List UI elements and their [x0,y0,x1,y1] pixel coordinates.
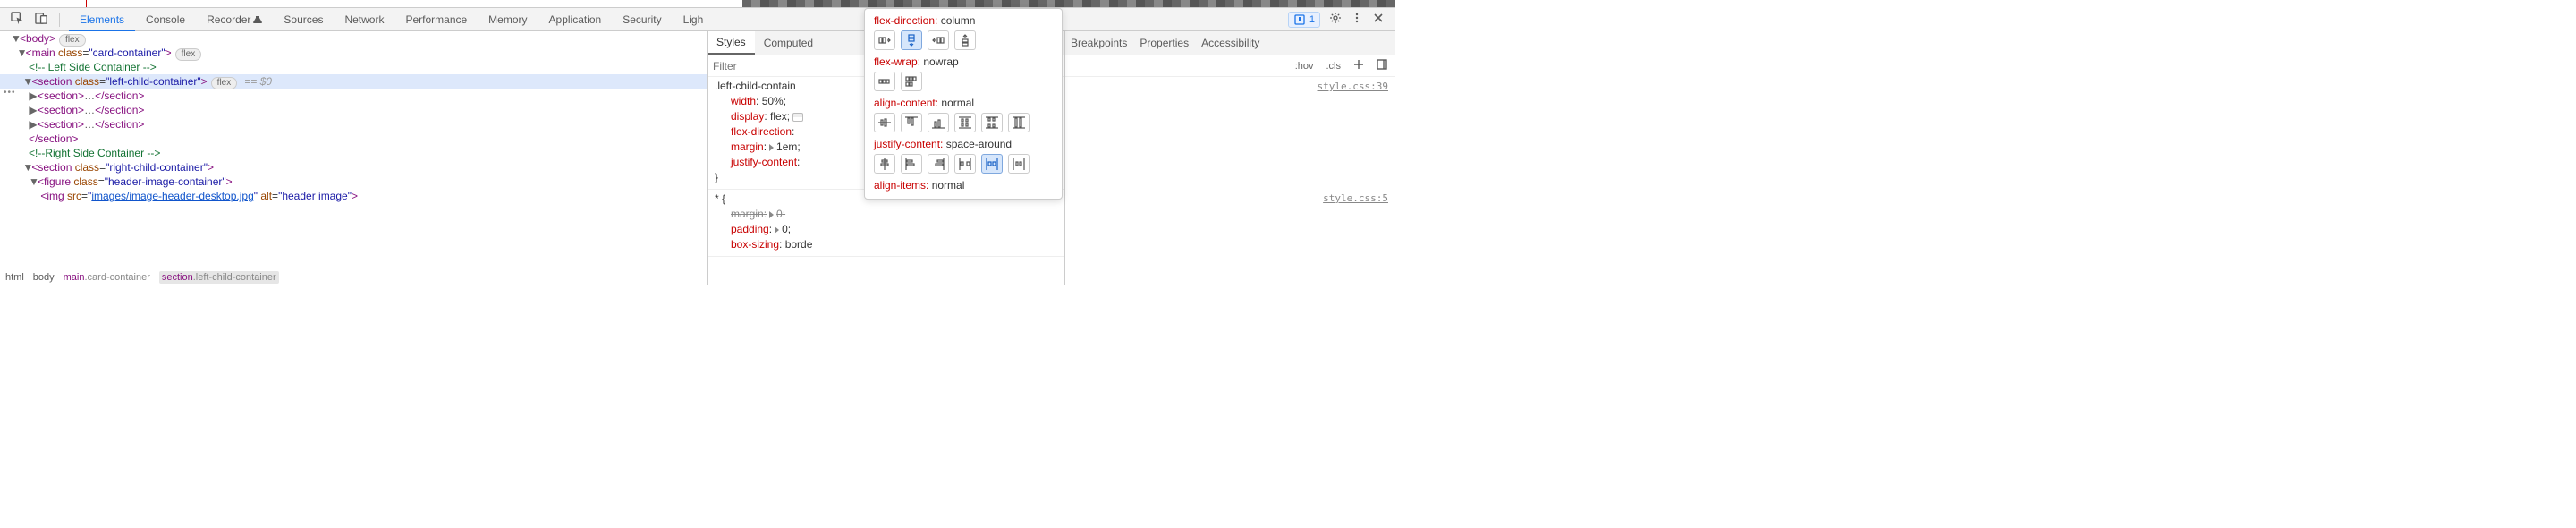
flex-prop-value: space-around [946,138,1012,150]
dom-node-section[interactable]: ▶<section>…</section> [0,89,707,103]
flex-direction-row-icon[interactable] [874,30,895,50]
justify-center-icon[interactable] [874,154,895,174]
source-link[interactable]: style.css:39 [1065,77,1395,92]
dom-node-section-left[interactable]: ▼<section class="left-child-container">f… [0,74,707,89]
breadcrumb-body[interactable]: body [33,272,55,283]
flex-direction-column-reverse-icon[interactable] [954,30,976,50]
justify-end-icon[interactable] [928,154,949,174]
align-content-stretch-icon[interactable] [1008,113,1030,132]
expand-icon[interactable] [769,144,774,151]
flex-prop-value: normal [941,97,974,109]
flex-prop-label: align-content [874,97,936,109]
flask-icon [253,15,262,24]
flex-prop-value: column [941,14,976,27]
flex-prop-label: flex-wrap [874,55,918,68]
flex-direction-row-reverse-icon[interactable] [928,30,949,50]
breadcrumb-html[interactable]: html [5,272,24,283]
tab-elements[interactable]: Elements [69,8,135,30]
page-ruler [86,0,87,7]
tab-accessibility[interactable]: Accessibility [1201,37,1259,49]
flex-badge[interactable]: flex [175,48,202,61]
tab-styles[interactable]: Styles [708,31,755,55]
flexbox-editor-popup: flex-direction: column flex-wrap: nowrap… [864,8,1063,200]
justify-around-icon[interactable] [981,154,1003,174]
devtools-tabs: Elements Console Recorder Sources Networ… [69,8,714,30]
tab-network[interactable]: Network [334,8,394,30]
tab-console[interactable]: Console [135,8,196,30]
issues-button[interactable]: 1 [1288,12,1320,28]
flex-wrap-wrap-icon[interactable] [901,72,922,91]
align-content-around-icon[interactable] [954,113,976,132]
device-toggle-icon[interactable] [35,12,48,28]
css-selector[interactable]: * [715,192,719,205]
tab-properties[interactable]: Properties [1140,37,1189,49]
class-toggle[interactable]: .cls [1324,60,1344,72]
flex-prop-label: flex-direction [874,14,935,27]
tab-performance[interactable]: Performance [394,8,478,30]
devtools-toolbar: Elements Console Recorder Sources Networ… [0,8,1395,31]
flex-badge[interactable]: flex [59,34,86,47]
tab-security[interactable]: Security [612,8,672,30]
dom-node-section-right[interactable]: ▼<section class="right-child-container"> [0,160,707,175]
dom-node-body[interactable]: ▼<body>flex [0,31,707,46]
dom-node-figure[interactable]: ▼<figure class="header-image-container"> [0,175,707,189]
css-selector[interactable]: .left-child-contain [715,80,796,92]
breadcrumb: html body main.card-container section.le… [0,268,707,285]
tab-memory[interactable]: Memory [478,8,538,30]
align-content-center-icon[interactable] [874,113,895,132]
dom-comment[interactable]: <!--Right Side Container --> [0,146,707,160]
source-link[interactable]: style.css:5 [1065,189,1395,204]
dom-comment[interactable]: <!-- Left Side Container --> [0,60,707,74]
flex-prop-label: align-items [874,179,926,192]
breadcrumb-main[interactable]: main.card-container [64,272,150,283]
dom-tree[interactable]: ••• ▼<body>flex ▼<main class="card-conta… [0,31,707,268]
flex-prop-value: nowrap [923,55,958,68]
tab-recorder[interactable]: Recorder [196,8,273,30]
tab-computed[interactable]: Computed [755,31,822,55]
issues-count: 1 [1309,14,1315,25]
ellipsis-icon: ••• [4,88,16,98]
settings-icon[interactable] [1329,12,1342,27]
tab-application[interactable]: Application [538,8,613,30]
dom-node-section[interactable]: ▶<section>…</section> [0,117,707,132]
align-content-between-icon[interactable] [981,113,1003,132]
close-icon[interactable] [1372,12,1385,27]
align-content-end-icon[interactable] [928,113,949,132]
flex-prop-label: justify-content [874,138,940,150]
align-content-start-icon[interactable] [901,113,922,132]
justify-between-icon[interactable] [954,154,976,174]
inspect-icon[interactable] [11,12,24,28]
page-image [742,0,1395,7]
tab-breakpoints[interactable]: Breakpoints [1071,37,1127,49]
console-ref: == $0 [244,75,272,88]
hover-toggle[interactable]: :hov [1292,60,1317,72]
css-rule[interactable]: * { margin:0; padding:0; box-sizing: bor… [708,190,1064,257]
justify-start-icon[interactable] [901,154,922,174]
panel-toggle-icon[interactable] [1374,58,1390,73]
dom-node-section[interactable]: ▶<section>…</section> [0,103,707,117]
tab-lighthouse[interactable]: Ligh [673,8,715,30]
flex-editor-icon[interactable] [792,113,803,122]
flex-wrap-nowrap-icon[interactable] [874,72,895,91]
new-rule-icon[interactable] [1351,58,1367,73]
dom-node-close[interactable]: </section> [0,132,707,146]
flex-badge[interactable]: flex [211,77,238,89]
expand-icon[interactable] [775,226,779,234]
justify-evenly-icon[interactable] [1008,154,1030,174]
dom-node-main[interactable]: ▼<main class="card-container">flex [0,46,707,60]
css-prop-overridden[interactable]: margin:0; [715,207,1061,222]
more-icon[interactable] [1351,12,1363,27]
breadcrumb-section[interactable]: section.left-child-container [159,271,279,284]
tab-sources[interactable]: Sources [273,8,334,30]
dom-node-img[interactable]: <img src="images/image-header-desktop.jp… [0,189,707,203]
flex-prop-value: normal [932,179,965,192]
flex-direction-column-icon[interactable] [901,30,922,50]
